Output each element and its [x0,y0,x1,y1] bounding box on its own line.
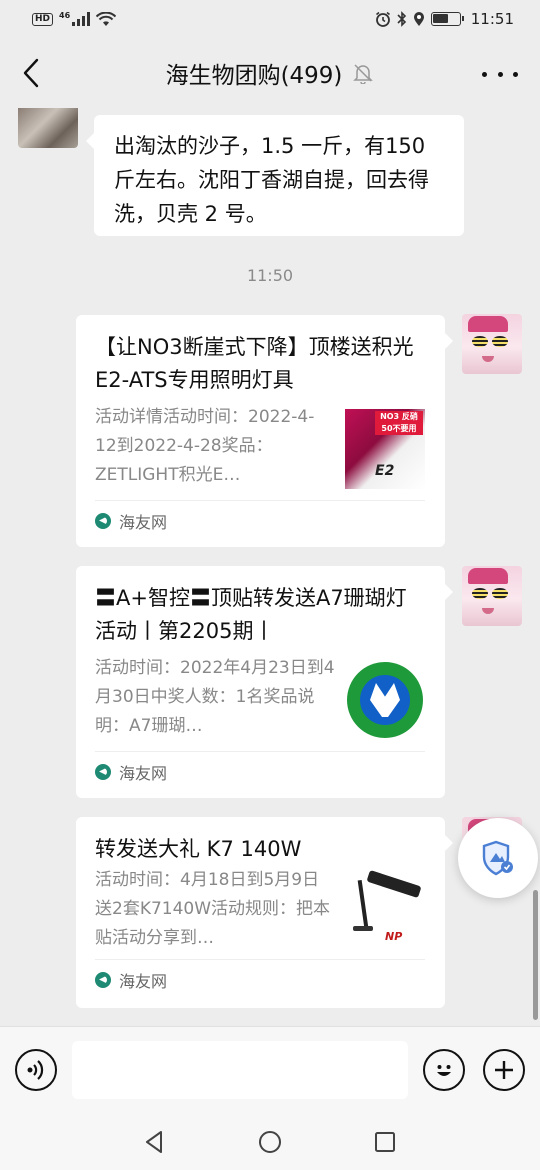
sender-avatar[interactable] [18,108,78,148]
voice-icon [27,1060,44,1080]
thumbnail-label: NP [385,930,403,943]
title-wrap: 海生物团购(499) [166,56,375,90]
card-body: 活动时间：4月18日到5月9日送2套K7140W活动规则：把本贴活动分享到… N… [95,866,425,953]
nav-home-icon[interactable] [256,1128,284,1156]
card-footer: 海友网 [95,751,425,791]
status-time: 11:51 [470,10,514,28]
card-title: 〓A+智控〓顶贴转发送A7珊瑚灯活动丨第2205期丨 [95,586,407,643]
avatar-mouth [482,608,494,614]
link-card[interactable]: 转发送大礼 K7 140W 活动时间：4月18日到5月9日送2套K7140W活动… [76,817,453,1008]
location-icon [413,12,424,26]
plus-icon [495,1061,513,1079]
avatar-cap [468,316,508,332]
hd-badge: HD [32,12,54,26]
battery-icon [430,12,464,26]
thumbnail-logo-inner [360,675,410,725]
link-card[interactable]: 【让NO3断崖式下降】顶楼送积光E2-ATS专用照明灯具 活动详情活动时间：20… [76,315,453,547]
emoji-button[interactable] [423,1049,465,1091]
link-card[interactable]: 〓A+智控〓顶贴转发送A7珊瑚灯活动丨第2205期丨 活动时间：2022年4月2… [76,566,453,798]
thumbnail-badge: NO3 反硝 50不要用 [375,411,423,435]
security-float-button[interactable] [458,818,538,898]
voice-button[interactable] [15,1049,57,1091]
source-icon [95,971,111,988]
nav-recent-icon[interactable] [371,1128,399,1156]
avatar-glasses [492,588,508,599]
card-title: 转发送大礼 K7 140W [95,837,302,861]
thumbnail-logo [347,662,423,738]
message-input[interactable] [72,1041,408,1099]
card-thumbnail: NO3 反硝 50不要用 E2 [345,409,425,489]
chat-header: 海生物团购(499) [0,38,540,108]
avatar-glasses [472,588,488,599]
status-bar: HD 46 11:51 [0,0,540,38]
card-footer: 海友网 [95,500,425,540]
card-footer: 海友网 [95,959,425,999]
alarm-icon [375,11,390,27]
more-button[interactable] [482,64,518,84]
status-left: HD 46 [32,10,117,27]
more-dot [497,71,503,77]
shield-icon [482,840,513,876]
card-source: 海友网 [119,763,168,783]
avatar-cap [468,568,508,584]
source-icon [95,763,111,780]
scrollbar[interactable] [533,890,538,1020]
card-source: 海友网 [119,971,168,991]
lamp-base [353,926,373,931]
card-description: 活动时间：4月18日到5月9日送2套K7140W活动规则：把本贴活动分享到… [95,870,331,948]
signal-icon [72,12,91,26]
message-text: 出淘汰的沙子，1.5 一斤，有150 斤左右。沈阳丁香湖自提，回去得洗，贝壳 2… [114,134,429,226]
chat-title: 海生物团购(499) [165,63,343,89]
card-title: 【让NO3断崖式下降】顶楼送积光E2-ATS专用照明灯具 [95,335,414,392]
more-dot [513,71,518,77]
network-type: 46 [59,10,71,20]
avatar-glasses [492,336,508,347]
own-avatar[interactable] [462,566,522,626]
card-source: 海友网 [119,512,168,532]
source-icon [95,512,111,529]
nav-back-icon[interactable] [141,1128,169,1156]
card-body: 活动时间：2022年4月23日到4月30日中奖人数：1名奖品说明：A7珊瑚… [95,654,425,741]
card-description: 活动详情活动时间：2022-4-12到2022-4-28奖品：ZETLIGHT积… [95,407,315,485]
system-nav-bar [0,1114,540,1170]
lamp-head [366,869,422,899]
card-thumbnail [345,660,425,740]
input-bar [0,1026,540,1114]
own-avatar[interactable] [462,314,522,374]
smile-icon [437,1065,451,1076]
lamp-arm [357,879,369,929]
card-body: 活动详情活动时间：2022-4-12到2022-4-28奖品：ZETLIGHT积… [95,403,425,490]
avatar-glasses [472,336,488,347]
chevron-left-icon [23,58,39,88]
card-thumbnail: NP [345,868,425,948]
more-dot [482,71,487,77]
card-description: 活动时间：2022年4月23日到4月30日中奖人数：1名奖品说明：A7珊瑚… [95,658,335,736]
bell-off-icon [353,64,374,84]
avatar-mouth [482,356,494,362]
wifi-icon [96,11,117,26]
plus-button[interactable] [483,1049,525,1091]
thumbnail-label: E2 [375,463,395,479]
status-right: 11:51 [375,10,514,28]
back-button[interactable] [16,56,46,90]
bluetooth-icon [397,11,406,27]
timestamp: 11:50 [246,266,294,285]
message-bubble[interactable]: 出淘汰的沙子，1.5 一斤，有150 斤左右。沈阳丁香湖自提，回去得洗，贝壳 2… [86,115,464,236]
